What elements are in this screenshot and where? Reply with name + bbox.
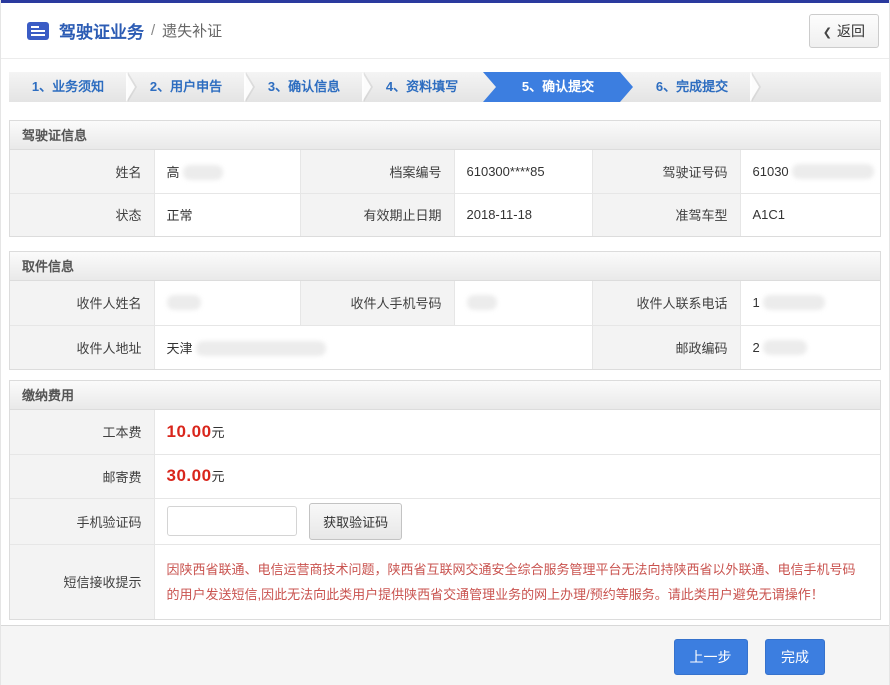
- sms-code-cell: 获取验证码: [154, 498, 880, 544]
- section-pickup-info: 取件信息 收件人姓名 收件人手机号码 收件人联系电话 1 收件人地址 天津 邮政…: [9, 251, 881, 370]
- redacted-blur: [167, 295, 201, 310]
- footer-bar: 上一步 完成: [1, 625, 889, 685]
- name-label: 姓名: [10, 150, 154, 193]
- vehicle-class-value: A1C1: [740, 193, 880, 236]
- table-row: 工本费 10.00元: [10, 410, 880, 454]
- sms-code-input[interactable]: [167, 506, 297, 536]
- back-button-label: 返回: [837, 23, 865, 39]
- redacted-blur: [196, 341, 326, 356]
- expiry-label: 有效期止日期: [300, 193, 454, 236]
- table-row: 状态 正常 有效期止日期 2018-11-18 准驾车型 A1C1: [10, 193, 880, 236]
- pickup-table: 收件人姓名 收件人手机号码 收件人联系电话 1 收件人地址 天津 邮政编码 2: [10, 281, 880, 369]
- get-code-button[interactable]: 获取验证码: [309, 503, 402, 540]
- postage-fee-label: 邮寄费: [10, 454, 154, 498]
- recipient-name-label: 收件人姓名: [10, 281, 154, 325]
- recipient-phone-label: 收件人联系电话: [592, 281, 740, 325]
- back-button[interactable]: 返回: [809, 14, 879, 48]
- breadcrumb-current: 遗失补证: [162, 20, 222, 41]
- license-number-label: 驾驶证号码: [592, 150, 740, 193]
- section-pickup-title: 取件信息: [10, 252, 880, 281]
- section-license-title: 驾驶证信息: [10, 121, 880, 150]
- name-value: 高: [154, 150, 300, 193]
- table-row: 手机验证码 获取验证码: [10, 498, 880, 544]
- status-label: 状态: [10, 193, 154, 236]
- table-row: 短信接收提示 因陕西省联通、电信运营商技术问题，陕西省互联网交通安全综合服务管理…: [10, 544, 880, 619]
- sms-notice-cell: 因陕西省联通、电信运营商技术问题，陕西省互联网交通安全综合服务管理平台无法向持陕…: [154, 544, 880, 619]
- file-number-value: 610300****85: [454, 150, 592, 193]
- sms-code-label: 手机验证码: [10, 498, 154, 544]
- step-5-confirm-submit-active[interactable]: 5、确认提交: [483, 72, 633, 102]
- sms-notice-label: 短信接收提示: [10, 544, 154, 619]
- table-row: 收件人姓名 收件人手机号码 收件人联系电话 1: [10, 281, 880, 325]
- step-4-fill-data[interactable]: 4、资料填写: [363, 72, 481, 102]
- section-fees: 缴纳费用 工本费 10.00元 邮寄费 30.00元 手机验证码 获取验证码 短…: [9, 380, 881, 620]
- postage-fee-value: 30.00元: [154, 454, 880, 498]
- recipient-phone-value: 1: [740, 281, 880, 325]
- section-fees-title: 缴纳费用: [10, 381, 880, 410]
- page-title: 驾驶证业务: [59, 18, 144, 43]
- fees-table: 工本费 10.00元 邮寄费 30.00元 手机验证码 获取验证码 短信接收提示…: [10, 410, 880, 619]
- step-2-user-declaration[interactable]: 2、用户申告: [127, 72, 245, 102]
- step-1-business-notice[interactable]: 1、业务须知: [9, 72, 127, 102]
- license-number-value: 61030: [740, 150, 880, 193]
- redacted-blur: [763, 340, 807, 355]
- postcode-value: 2: [740, 325, 880, 369]
- production-fee-label: 工本费: [10, 410, 154, 454]
- table-row: 邮寄费 30.00元: [10, 454, 880, 498]
- previous-step-button[interactable]: 上一步: [674, 639, 748, 675]
- status-value: 正常: [154, 193, 300, 236]
- finish-button[interactable]: 完成: [765, 639, 825, 675]
- table-row: 收件人地址 天津 邮政编码 2: [10, 325, 880, 369]
- section-license-info: 驾驶证信息 姓名 高 档案编号 610300****85 驾驶证号码 61030…: [9, 120, 881, 237]
- recipient-mobile-value: [454, 281, 592, 325]
- page-header: 驾驶证业务 / 遗失补证 返回: [1, 3, 889, 59]
- redacted-blur: [763, 295, 825, 310]
- breadcrumb-separator: /: [151, 22, 155, 39]
- file-number-label: 档案编号: [300, 150, 454, 193]
- list-icon: [27, 22, 49, 40]
- redacted-blur: [183, 165, 223, 180]
- production-fee-value: 10.00元: [154, 410, 880, 454]
- redacted-blur: [467, 295, 497, 310]
- recipient-address-value: 天津: [154, 325, 592, 369]
- redacted-blur: [792, 164, 874, 179]
- table-row: 姓名 高 档案编号 610300****85 驾驶证号码 61030: [10, 150, 880, 193]
- license-table: 姓名 高 档案编号 610300****85 驾驶证号码 61030 状态 正常…: [10, 150, 880, 236]
- step-3-confirm-info[interactable]: 3、确认信息: [245, 72, 363, 102]
- postcode-label: 邮政编码: [592, 325, 740, 369]
- sms-notice-text: 因陕西省联通、电信运营商技术问题，陕西省互联网交通安全综合服务管理平台无法向持陕…: [167, 557, 861, 608]
- page: 驾驶证业务 / 遗失补证 返回 1、业务须知 2、用户申告 3、确认信息 4、资…: [0, 0, 890, 685]
- step-6-complete-submit[interactable]: 6、完成提交: [633, 72, 751, 102]
- wizard-filler: [751, 72, 881, 102]
- step-wizard: 1、业务须知 2、用户申告 3、确认信息 4、资料填写 5、确认提交 6、完成提…: [9, 72, 881, 102]
- vehicle-class-label: 准驾车型: [592, 193, 740, 236]
- recipient-name-value: [154, 281, 300, 325]
- expiry-value: 2018-11-18: [454, 193, 592, 236]
- chevron-left-icon: [823, 23, 837, 39]
- recipient-mobile-label: 收件人手机号码: [300, 281, 454, 325]
- recipient-address-label: 收件人地址: [10, 325, 154, 369]
